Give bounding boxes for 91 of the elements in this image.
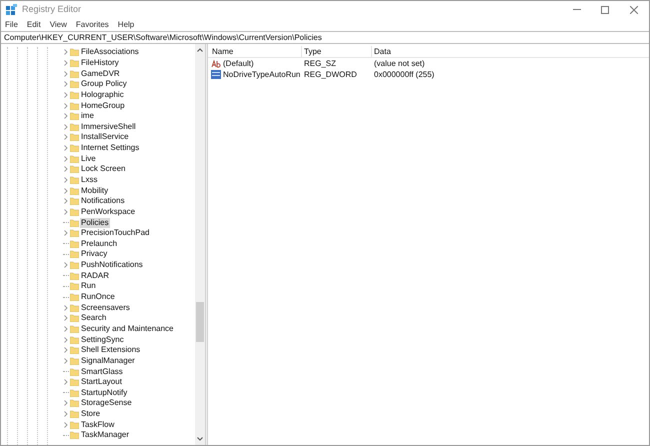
- tree-item[interactable]: FileHistory: [80, 58, 120, 68]
- chevron-right-icon[interactable]: [64, 70, 68, 77]
- tree-item[interactable]: Privacy: [80, 249, 108, 260]
- scrollbar[interactable]: [195, 44, 205, 445]
- tree-item[interactable]: InstallService: [80, 132, 130, 142]
- tree-item[interactable]: RADAR: [80, 270, 110, 281]
- tree-item[interactable]: Notifications: [80, 196, 126, 206]
- tree-item[interactable]: Security and Maintenance: [80, 324, 174, 334]
- menu-item[interactable]: Edit: [26, 18, 41, 30]
- chevron-right-icon[interactable]: [64, 358, 68, 364]
- tree-item[interactable]: RunOnce: [80, 292, 116, 302]
- chevron-right-icon[interactable]: [64, 92, 68, 98]
- tree-item[interactable]: StartupNotify: [80, 388, 128, 398]
- tree-item[interactable]: SettingSync: [80, 334, 125, 345]
- tree-item[interactable]: ime: [80, 111, 95, 122]
- chevron-right-icon[interactable]: [64, 177, 68, 183]
- chevron-right-icon[interactable]: [64, 145, 68, 152]
- tree-item[interactable]: StorageSense: [80, 398, 133, 408]
- chevron-right-icon[interactable]: [64, 379, 68, 386]
- tree-item[interactable]: StartLayout: [80, 377, 123, 388]
- tree-item[interactable]: Screensavers: [80, 302, 131, 313]
- window-title: Registry Editor: [22, 2, 82, 16]
- chevron-right-icon[interactable]: [64, 315, 68, 322]
- tree-item[interactable]: Internet Settings: [80, 143, 140, 154]
- chevron-right-icon[interactable]: [64, 49, 68, 56]
- tree-item[interactable]: Policies: [80, 218, 110, 228]
- chevron-right-icon[interactable]: [64, 411, 68, 418]
- tree-item[interactable]: Live: [80, 154, 97, 164]
- value-data: 0x000000ff (255): [373, 68, 434, 80]
- tree-item[interactable]: Run: [80, 281, 97, 292]
- chevron-right-icon[interactable]: [64, 422, 68, 428]
- tree-item[interactable]: Store: [80, 409, 102, 420]
- chevron-right-icon[interactable]: [64, 113, 68, 120]
- chevron-right-icon[interactable]: [64, 230, 68, 236]
- tree-item[interactable]: PrecisionTouchPad: [80, 228, 150, 238]
- chevron-right-icon[interactable]: [64, 124, 68, 130]
- tree-item[interactable]: Lock Screen: [80, 164, 126, 174]
- chevron-right-icon[interactable]: [64, 198, 68, 204]
- scroll-up-icon[interactable]: [197, 48, 203, 52]
- chevron-right-icon[interactable]: [64, 400, 68, 406]
- column-header[interactable]: Data: [371, 46, 461, 57]
- tree-item[interactable]: HomeGroup: [80, 100, 126, 111]
- tree-item[interactable]: PushNotifications: [80, 260, 144, 270]
- chevron-right-icon[interactable]: [64, 262, 68, 268]
- value-type: REG_SZ: [303, 58, 338, 70]
- column-header[interactable]: Type: [301, 46, 371, 57]
- tree-item[interactable]: Holographic: [80, 90, 125, 100]
- app-icon: [6, 4, 17, 15]
- scrollbar-thumb[interactable]: [196, 302, 204, 342]
- scroll-down-icon[interactable]: [197, 437, 203, 441]
- chevron-right-icon[interactable]: [64, 166, 68, 172]
- maximize-icon: [601, 6, 609, 14]
- tree-item[interactable]: Group Policy: [80, 79, 128, 90]
- value-name[interactable]: NoDriveTypeAutoRun: [223, 68, 300, 80]
- minimize-icon: [573, 9, 581, 10]
- tree-item[interactable]: Search: [80, 313, 108, 324]
- menu-item[interactable]: View: [50, 18, 67, 30]
- tree-item[interactable]: Prelaunch: [80, 238, 118, 249]
- chevron-right-icon[interactable]: [64, 208, 68, 215]
- tree-item[interactable]: SignalManager: [80, 356, 136, 366]
- chevron-right-icon[interactable]: [64, 81, 68, 88]
- tree-item[interactable]: TaskManager: [80, 430, 130, 440]
- tree-item[interactable]: FileAssociations: [80, 47, 140, 58]
- string-value-icon: [211, 59, 221, 68]
- close-icon: [630, 6, 638, 14]
- chevron-right-icon[interactable]: [64, 156, 68, 162]
- value-type: REG_DWORD: [303, 68, 358, 80]
- chevron-right-icon[interactable]: [64, 188, 68, 194]
- menu-item[interactable]: Help: [118, 18, 134, 30]
- menu-item[interactable]: File: [5, 18, 18, 30]
- tree-item[interactable]: Lxss: [80, 175, 98, 185]
- value-data: (value not set): [373, 58, 425, 70]
- value-name[interactable]: (Default): [223, 58, 254, 70]
- tree-item[interactable]: Shell Extensions: [80, 345, 142, 356]
- column-header[interactable]: Name: [208, 46, 301, 57]
- chevron-right-icon[interactable]: [64, 304, 68, 311]
- tree-item[interactable]: PenWorkspace: [80, 206, 136, 217]
- address-bar[interactable]: Computer\HKEY_CURRENT_USER\Software\Microsoft\Windows\CurrentVersion\Policies: [1, 31, 649, 44]
- tree-item[interactable]: ImmersiveShell: [80, 122, 137, 132]
- tree-item[interactable]: GameDVR: [80, 68, 121, 79]
- chevron-right-icon[interactable]: [64, 60, 68, 66]
- menu-item[interactable]: Favorites: [76, 18, 109, 30]
- tree-item[interactable]: Mobility: [80, 186, 110, 196]
- chevron-right-icon[interactable]: [64, 336, 68, 343]
- chevron-right-icon[interactable]: [64, 326, 68, 332]
- chevron-right-icon[interactable]: [64, 134, 68, 140]
- chevron-right-icon[interactable]: [64, 102, 68, 109]
- chevron-right-icon[interactable]: [64, 347, 68, 354]
- tree-item[interactable]: TaskFlow: [80, 420, 116, 430]
- binary-value-icon: [211, 70, 221, 79]
- tree-item[interactable]: SmartGlass: [80, 366, 124, 377]
